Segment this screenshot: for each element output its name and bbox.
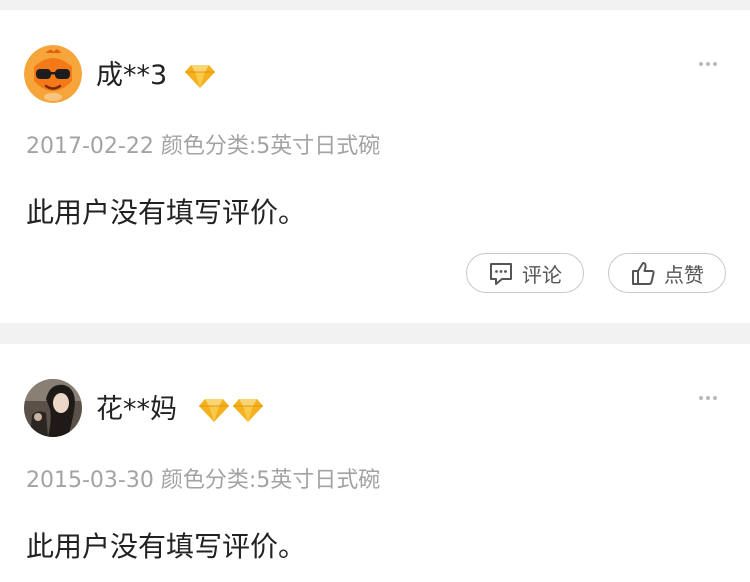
member-level-badge bbox=[198, 395, 264, 425]
thumbs-up-icon bbox=[632, 262, 655, 285]
comment-icon bbox=[490, 263, 512, 285]
username[interactable]: 成**3 bbox=[96, 61, 167, 91]
diamond-icon bbox=[185, 65, 215, 88]
more-options-icon[interactable] bbox=[698, 59, 718, 69]
diamond-icon bbox=[199, 399, 229, 422]
review-content: 此用户没有填写评价。 bbox=[26, 530, 307, 563]
review-content: 此用户没有填写评价。 bbox=[26, 196, 307, 229]
review-meta: 2017-02-22 颜色分类:5英寸日式碗 bbox=[26, 134, 381, 159]
member-level-badge bbox=[184, 61, 216, 91]
more-options-icon[interactable] bbox=[698, 393, 718, 403]
like-label: 点赞 bbox=[664, 262, 704, 287]
review-card: 成**3 2017-02-22 颜色分类:5英寸日式碗 此用户没有填写评价。 评… bbox=[0, 10, 750, 323]
avatar[interactable] bbox=[24, 379, 82, 437]
comment-label: 评论 bbox=[522, 262, 562, 287]
avatar[interactable] bbox=[24, 45, 82, 103]
username[interactable]: 花**妈 bbox=[96, 395, 177, 425]
like-button[interactable]: 点赞 bbox=[608, 253, 726, 293]
review-meta: 2015-03-30 颜色分类:5英寸日式碗 bbox=[26, 468, 381, 493]
orange-mascot-sunglasses-icon bbox=[24, 45, 82, 103]
review-card: 花**妈 2015-03-30 颜色分类:5英寸日式碗 此用户没有填写评价。 bbox=[0, 344, 750, 582]
comment-button[interactable]: 评论 bbox=[466, 253, 584, 293]
user-photo-icon bbox=[24, 379, 82, 437]
diamond-icon bbox=[233, 399, 263, 422]
